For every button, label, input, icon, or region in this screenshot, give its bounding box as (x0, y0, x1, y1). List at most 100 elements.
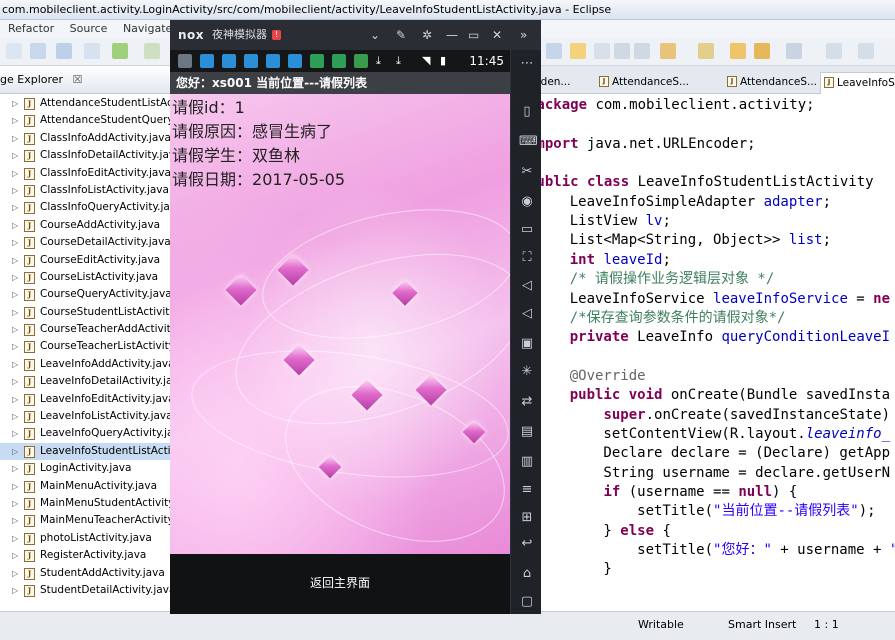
back-icon[interactable]: ↩ (519, 536, 535, 552)
pin-icon[interactable]: ✎ (396, 20, 406, 50)
file-list-item[interactable]: ▷ J ClassInfoQueryActivity.java (0, 199, 172, 216)
fullscreen-icon[interactable]: ⛶ (519, 250, 535, 266)
expand-arrow-icon[interactable]: ▷ (12, 269, 18, 286)
multi-instance-icon[interactable]: ▥ (519, 454, 535, 470)
back-to-main-button[interactable]: 返回主界面 (170, 574, 510, 591)
list-icon[interactable]: ≡ (519, 482, 535, 498)
gear-icon[interactable]: ✲ (422, 20, 432, 50)
expand-arrow-icon[interactable]: ▷ (12, 234, 18, 251)
expand-arrow-icon[interactable]: ▷ (12, 217, 18, 234)
editor-tab[interactable]: J AttendanceS... (724, 72, 821, 94)
toolbar-icon[interactable] (660, 43, 676, 59)
file-list-item[interactable]: ▷ J CourseQueryActivity.java (0, 286, 172, 303)
expand-arrow-icon[interactable]: ▷ (12, 373, 18, 390)
toolbar-icon[interactable] (826, 43, 842, 59)
expand-arrow-icon[interactable]: ▷ (12, 565, 18, 582)
toolbar-icon[interactable] (144, 43, 160, 59)
expand-arrow-icon[interactable]: ▷ (12, 495, 18, 512)
file-list-item[interactable]: ▷ J AttendanceStudentListActivity.java (0, 95, 172, 112)
expand-arrow-icon[interactable]: ▷ (12, 252, 18, 269)
expand-arrow-icon[interactable]: ▷ (12, 112, 18, 129)
file-list-item[interactable]: ▷ J CourseTeacherAddActivity.java (0, 321, 172, 338)
expand-arrow-icon[interactable]: ▷ (12, 547, 18, 564)
expand-arrow-icon[interactable]: ▷ (12, 286, 18, 303)
toolbar-icon[interactable] (698, 43, 714, 59)
file-list-item[interactable]: ▷ J LeaveInfoListActivity.java (0, 408, 172, 425)
toolbar-icon[interactable] (594, 43, 610, 59)
notification-badge[interactable]: ! (272, 30, 281, 40)
menu-source[interactable]: Source (70, 20, 108, 38)
toolbar-icon[interactable] (730, 43, 746, 59)
toolbar-icon[interactable] (546, 43, 562, 59)
menu-dots-icon[interactable]: ⋯ (519, 56, 535, 72)
editor-tab[interactable]: J AttendanceS... (596, 72, 693, 94)
expand-arrow-icon[interactable]: ▷ (12, 338, 18, 355)
toolbar-icon[interactable] (786, 43, 802, 59)
file-list-item[interactable]: ▷ J AttendanceStudentQueryActivity.java (0, 112, 172, 129)
expand-arrow-icon[interactable]: ▷ (12, 582, 18, 599)
expand-arrow-icon[interactable]: ▷ (12, 199, 18, 216)
file-list-item[interactable]: ▷ J LeaveInfoDetailActivity.java (0, 373, 172, 390)
file-list-item[interactable]: ▷ J CourseDetailActivity.java (0, 234, 172, 251)
keyboard-icon[interactable]: ⌨ (519, 134, 538, 150)
menu-refactor[interactable]: Refactor (8, 20, 54, 38)
phone-icon[interactable]: ▯ (519, 104, 535, 120)
expand-arrow-icon[interactable]: ▷ (12, 321, 18, 338)
toolbar-icon[interactable] (112, 43, 128, 59)
expand-arrow-icon[interactable]: ▷ (12, 408, 18, 425)
code-editor[interactable]: package com.mobileclient.activity; import… (530, 94, 895, 611)
file-list-item[interactable]: ▷ J LeaveInfoStudentListActivity.java (0, 442, 172, 461)
file-list-item[interactable]: ▷ J CourseStudentListActivity.java (0, 304, 172, 321)
more-icon[interactable]: » (520, 20, 527, 50)
toolbar-icon[interactable] (30, 43, 46, 59)
expand-arrow-icon[interactable]: ▷ (12, 460, 18, 477)
close-icon[interactable]: ✕ (492, 20, 502, 50)
expand-arrow-icon[interactable]: ▷ (12, 425, 18, 442)
file-list-item[interactable]: ▷ J ClassInfoDetailActivity.java (0, 147, 172, 164)
file-list-item[interactable]: ▷ J LeaveInfoAddActivity.java (0, 356, 172, 373)
expand-arrow-icon[interactable]: ▷ (12, 478, 18, 495)
expand-arrow-icon[interactable]: ▷ (12, 147, 18, 164)
file-list-item[interactable]: ▷ J ClassInfoListActivity.java (0, 182, 172, 199)
file-list-item[interactable]: ▷ J CourseEditActivity.java (0, 252, 172, 269)
monitor-icon[interactable]: ▭ (519, 222, 535, 238)
minimize-icon[interactable]: — (446, 20, 458, 50)
home-icon[interactable]: ⌂ (519, 566, 535, 582)
record-icon[interactable]: ▤ (519, 424, 535, 440)
expand-arrow-icon[interactable]: ▷ (12, 512, 18, 529)
package-explorer-tab[interactable]: ge Explorer ☒ (0, 66, 171, 94)
restore-icon[interactable]: ▭ (468, 20, 479, 50)
file-list-item[interactable]: ▷ J StudentDetailActivity.java (0, 582, 172, 599)
expand-arrow-icon[interactable]: ▷ (12, 182, 18, 199)
loading-icon[interactable]: ✳ (519, 364, 535, 380)
volume-up-icon[interactable]: ◁ (519, 278, 535, 294)
expand-arrow-icon[interactable]: ▷ (12, 443, 18, 460)
file-list-item[interactable]: ▷ J MainMenuStudentActivity.java (0, 495, 172, 512)
file-list-item[interactable]: ▷ J LeaveInfoQueryActivity.java (0, 425, 172, 442)
file-list-item[interactable]: ▷ J StudentAddActivity.java (0, 565, 172, 582)
toolbar-icon[interactable] (858, 43, 874, 59)
expand-arrow-icon[interactable]: ▷ (12, 165, 18, 182)
file-list-item[interactable]: ▷ J MainMenuTeacherActivity.java (0, 512, 172, 529)
file-list-item[interactable]: ▷ J RegisterActivity.java (0, 547, 172, 564)
recent-apps-icon[interactable]: ▢ (519, 594, 535, 610)
expand-arrow-icon[interactable]: ▷ (12, 130, 18, 147)
apk-icon[interactable]: ▣ (519, 336, 535, 352)
editor-tab[interactable]: JLeaveInfoSt... (820, 72, 895, 94)
toolbar-icon[interactable] (754, 43, 770, 59)
chevron-down-icon[interactable]: ⌄ (370, 20, 380, 50)
toolbar-icon[interactable] (6, 43, 22, 59)
volume-down-icon[interactable]: ◁ (519, 306, 535, 322)
file-list-item[interactable]: ▷ J CourseListActivity.java (0, 269, 172, 286)
file-list-item[interactable]: ▷ J CourseTeacherListActivity.java (0, 338, 172, 355)
scissors-icon[interactable]: ✂ (519, 164, 535, 180)
expand-arrow-icon[interactable]: ▷ (12, 530, 18, 547)
shake-icon[interactable]: ⇄ (519, 394, 535, 410)
add-icon[interactable]: ⊞ (519, 510, 535, 526)
menu-navigate[interactable]: Navigate (123, 20, 172, 38)
file-list-item[interactable]: ▷ J LeaveInfoEditActivity.java (0, 391, 172, 408)
file-list-item[interactable]: ▷ J ClassInfoEditActivity.java (0, 165, 172, 182)
expand-arrow-icon[interactable]: ▷ (12, 95, 18, 112)
file-list-item[interactable]: ▷ JphotoListActivity.java (0, 530, 172, 547)
file-list-item[interactable]: ▷ J LoginActivity.java (0, 460, 172, 477)
